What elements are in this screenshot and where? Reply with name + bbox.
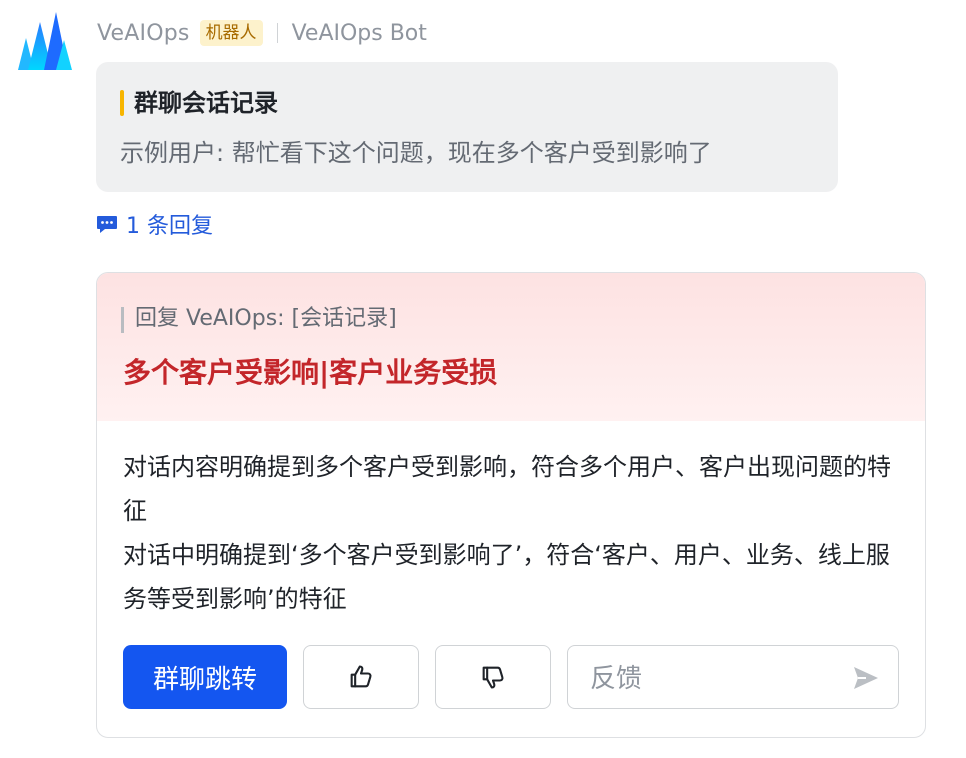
chat-record-preview: 示例用户: 帮忙看下这个问题，现在多个客户受到影响了 xyxy=(120,139,712,167)
jump-to-group-button[interactable]: 群聊跳转 xyxy=(123,645,287,709)
thumbs-down-icon xyxy=(482,666,504,689)
reply-quote: 回复 VeAIOps: [会话记录] xyxy=(135,306,397,331)
description-line: 对话内容明确提到多个客户受到影响，符合多个用户、客户出现问题的特征 xyxy=(123,453,891,525)
chat-record-card[interactable]: 群聊会话记录 示例用户: 帮忙看下这个问题，现在多个客户受到影响了 xyxy=(96,62,838,192)
reply-count-link[interactable]: 1 条回复 xyxy=(96,208,213,240)
alert-card-header: 回复 VeAIOps: [会话记录] 多个客户受影响|客户业务受损 xyxy=(97,273,925,421)
sender-name[interactable]: VeAIOps xyxy=(97,21,190,46)
description-line: 对话中明确提到‘多个客户受到影响了’，符合‘客户、用户、业务、线上服务等受到影响… xyxy=(123,541,890,613)
feedback-input[interactable] xyxy=(588,658,832,700)
comment-icon xyxy=(97,216,117,233)
quote-accent-bar xyxy=(120,90,124,116)
alert-title: 多个客户受影响|客户业务受损 xyxy=(123,356,498,389)
feedback-field[interactable] xyxy=(567,645,899,709)
thumbs-up-icon xyxy=(350,665,372,688)
alert-description: 对话内容明确提到多个客户受到影响，符合多个用户、客户出现问题的特征 对话中明确提… xyxy=(123,445,893,621)
bot-avatar xyxy=(18,12,72,70)
reply-quote-bar xyxy=(121,307,124,333)
bot-name: VeAIOps Bot xyxy=(291,20,427,46)
message-header: VeAIOps 机器人 VeAIOps Bot xyxy=(97,16,427,50)
reply-count-label: 1 条回复 xyxy=(126,214,213,239)
thumbs-down-button[interactable] xyxy=(435,645,551,709)
thumbs-up-button[interactable] xyxy=(303,645,419,709)
chat-record-title: 群聊会话记录 xyxy=(134,89,278,117)
card-actions: 群聊跳转 xyxy=(123,645,903,709)
send-icon[interactable] xyxy=(852,665,880,691)
alert-card: 回复 VeAIOps: [会话记录] 多个客户受影响|客户业务受损 对话内容明确… xyxy=(96,272,926,738)
header-divider xyxy=(276,23,278,43)
bot-badge: 机器人 xyxy=(199,20,263,46)
